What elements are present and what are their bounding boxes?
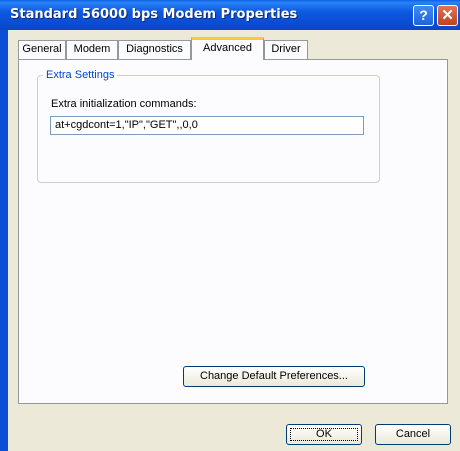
- change-default-preferences-button[interactable]: Change Default Preferences...: [183, 366, 365, 387]
- extra-init-commands-label: Extra initialization commands:: [51, 98, 197, 110]
- extra-settings-label: Extra Settings: [43, 69, 118, 81]
- title-bar[interactable]: Standard 56000 bps Modem Properties ? ✕: [0, 0, 460, 30]
- cancel-button[interactable]: Cancel: [375, 424, 451, 445]
- modem-properties-window: Standard 56000 bps Modem Properties ? ✕ …: [0, 0, 460, 451]
- ok-button[interactable]: OK: [286, 424, 362, 445]
- extra-init-commands-input[interactable]: at+cgdcont=1,"IP","GET",,0,0: [50, 116, 364, 135]
- tab-driver[interactable]: Driver: [264, 40, 308, 59]
- window-left-edge: [0, 30, 8, 451]
- window-title: Standard 56000 bps Modem Properties: [10, 7, 298, 22]
- tab-advanced[interactable]: Advanced: [191, 37, 264, 60]
- tab-modem[interactable]: Modem: [66, 40, 118, 59]
- help-icon[interactable]: ?: [413, 5, 434, 26]
- close-icon[interactable]: ✕: [437, 5, 458, 26]
- tab-diagnostics[interactable]: Diagnostics: [118, 40, 191, 59]
- tab-general[interactable]: General: [18, 40, 66, 59]
